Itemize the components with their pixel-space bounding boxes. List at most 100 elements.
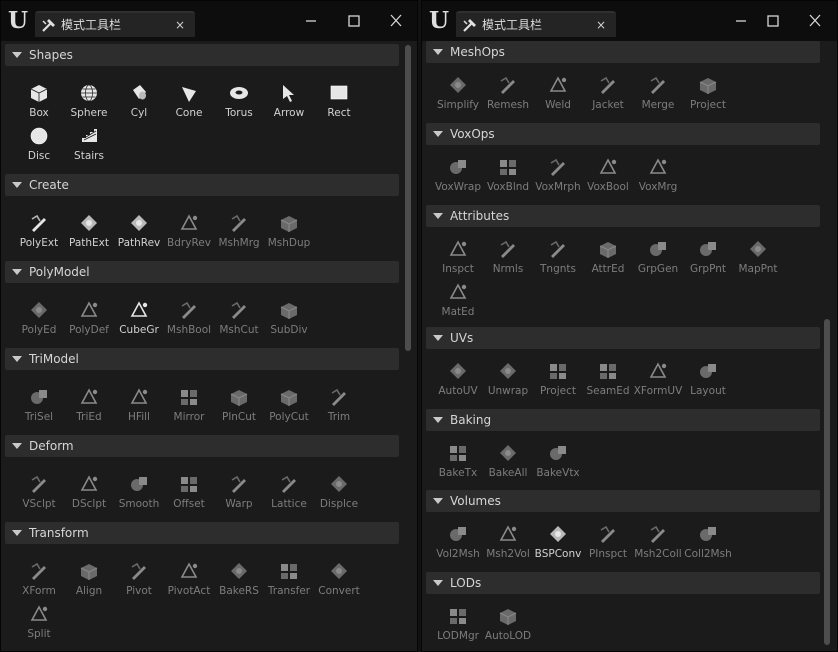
tool-button[interactable]: TriSel: [14, 387, 64, 429]
tool-button[interactable]: Layout: [683, 361, 733, 403]
tool-button[interactable]: Msh2Vol: [483, 524, 533, 566]
tool-button[interactable]: PInspct: [583, 524, 633, 566]
tool-button[interactable]: AutoUV: [433, 361, 483, 403]
tool-button[interactable]: MshMrg: [214, 213, 264, 255]
section-header[interactable]: Transform: [5, 522, 399, 544]
tool-button[interactable]: HFill: [114, 387, 164, 429]
tool-button[interactable]: PolyExt: [14, 213, 64, 255]
tool-button[interactable]: VoxMrg: [633, 157, 683, 199]
tool-button[interactable]: MapPnt: [733, 239, 783, 281]
tool-button[interactable]: Jacket: [583, 75, 633, 117]
tool-button[interactable]: Simplify: [433, 75, 483, 117]
tool-button[interactable]: Lattice: [264, 474, 314, 516]
tool-button[interactable]: Arrow: [264, 83, 314, 125]
section-header[interactable]: MeshOps: [426, 41, 820, 63]
maximize-button[interactable]: [761, 10, 785, 32]
section-header[interactable]: Baking: [426, 409, 820, 431]
tool-button[interactable]: Sphere: [64, 83, 114, 125]
tool-button[interactable]: VoxWrap: [433, 157, 483, 199]
minimize-button[interactable]: [729, 10, 753, 32]
tool-button[interactable]: Mirror: [164, 387, 214, 429]
tool-button[interactable]: MshDup: [264, 213, 314, 255]
tool-button[interactable]: Rect: [314, 83, 364, 125]
minimize-button[interactable]: [299, 10, 323, 32]
section-header[interactable]: TriModel: [5, 348, 399, 370]
tool-button[interactable]: VoxMrph: [533, 157, 583, 199]
tool-button[interactable]: PathExt: [64, 213, 114, 255]
tool-button[interactable]: Transfer: [264, 561, 314, 603]
tool-button[interactable]: Coll2Msh: [683, 524, 733, 566]
tool-button[interactable]: PathRev: [114, 213, 164, 255]
tool-button[interactable]: Inspct: [433, 239, 483, 281]
tool-button[interactable]: VSclpt: [14, 474, 64, 516]
maximize-button[interactable]: [342, 10, 366, 32]
tool-button[interactable]: GrpGen: [633, 239, 683, 281]
tool-button[interactable]: Convert: [314, 561, 364, 603]
section-header[interactable]: LODs: [426, 572, 820, 594]
tool-button[interactable]: BakeAll: [483, 443, 533, 485]
tool-button[interactable]: Warp: [214, 474, 264, 516]
tool-button[interactable]: AttrEd: [583, 239, 633, 281]
tool-button[interactable]: BdryRev: [164, 213, 214, 255]
tool-button[interactable]: Box: [14, 83, 64, 125]
tool-button[interactable]: Offset: [164, 474, 214, 516]
tool-button[interactable]: Stairs: [64, 126, 114, 168]
scrollbar-thumb[interactable]: [824, 319, 830, 645]
tool-button[interactable]: PolyDef: [64, 300, 114, 342]
tool-button[interactable]: Split: [14, 604, 64, 646]
tab-modes-toolbar[interactable]: 模式工具栏 ×: [456, 11, 616, 37]
tool-button[interactable]: Msh2Coll: [633, 524, 683, 566]
close-button[interactable]: [803, 10, 827, 32]
tool-button[interactable]: Pivot: [114, 561, 164, 603]
tool-button[interactable]: Weld: [533, 75, 583, 117]
section-header[interactable]: Volumes: [426, 490, 820, 512]
section-header[interactable]: UVs: [426, 327, 820, 349]
tool-button[interactable]: SubDiv: [264, 300, 314, 342]
tool-button[interactable]: SeamEd: [583, 361, 633, 403]
tool-button[interactable]: Smooth: [114, 474, 164, 516]
title-bar[interactable]: U 模式工具栏 ×: [422, 1, 837, 41]
tool-button[interactable]: PlnCut: [214, 387, 264, 429]
tool-button[interactable]: Merge: [633, 75, 683, 117]
tool-button[interactable]: Project: [533, 361, 583, 403]
tool-button[interactable]: Unwrap: [483, 361, 533, 403]
tool-button[interactable]: AutoLOD: [483, 606, 533, 648]
close-button[interactable]: [384, 10, 408, 32]
tool-button[interactable]: LODMgr: [433, 606, 483, 648]
section-header[interactable]: PolyModel: [5, 261, 399, 283]
tool-button[interactable]: MatEd: [433, 282, 483, 324]
section-header[interactable]: Attributes: [426, 205, 820, 227]
tool-button[interactable]: XFormUV: [633, 361, 683, 403]
tool-button[interactable]: Project: [683, 75, 733, 117]
tool-button[interactable]: Align: [64, 561, 114, 603]
section-header[interactable]: Create: [5, 174, 399, 196]
scrollbar-thumb[interactable]: [405, 45, 411, 351]
tab-modes-toolbar[interactable]: 模式工具栏 ×: [35, 11, 195, 37]
tool-button[interactable]: BakeTx: [433, 443, 483, 485]
tool-button[interactable]: Disc: [14, 126, 64, 168]
tool-button[interactable]: Trim: [314, 387, 364, 429]
tool-button[interactable]: VoxBool: [583, 157, 633, 199]
tool-button[interactable]: PolyEd: [14, 300, 64, 342]
tool-button[interactable]: PolyCut: [264, 387, 314, 429]
tool-button[interactable]: Cone: [164, 83, 214, 125]
tab-close-button[interactable]: ×: [175, 16, 185, 34]
tool-button[interactable]: MshCut: [214, 300, 264, 342]
tool-button[interactable]: Nrmls: [483, 239, 533, 281]
section-header[interactable]: Shapes: [5, 44, 399, 66]
tool-button[interactable]: Displce: [314, 474, 364, 516]
tool-button[interactable]: DSclpt: [64, 474, 114, 516]
section-header[interactable]: Deform: [5, 435, 399, 457]
tool-button[interactable]: CubeGr: [114, 300, 164, 342]
tool-button[interactable]: TriEd: [64, 387, 114, 429]
tool-button[interactable]: Torus: [214, 83, 264, 125]
tool-button[interactable]: BakeRS: [214, 561, 264, 603]
title-bar[interactable]: U 模式工具栏 ×: [1, 1, 417, 41]
tool-button[interactable]: BSPConv: [533, 524, 583, 566]
tool-button[interactable]: Cyl: [114, 83, 164, 125]
tool-button[interactable]: VoxBlnd: [483, 157, 533, 199]
tool-button[interactable]: Remesh: [483, 75, 533, 117]
tool-button[interactable]: GrpPnt: [683, 239, 733, 281]
tool-button[interactable]: XForm: [14, 561, 64, 603]
tool-button[interactable]: BakeVtx: [533, 443, 583, 485]
